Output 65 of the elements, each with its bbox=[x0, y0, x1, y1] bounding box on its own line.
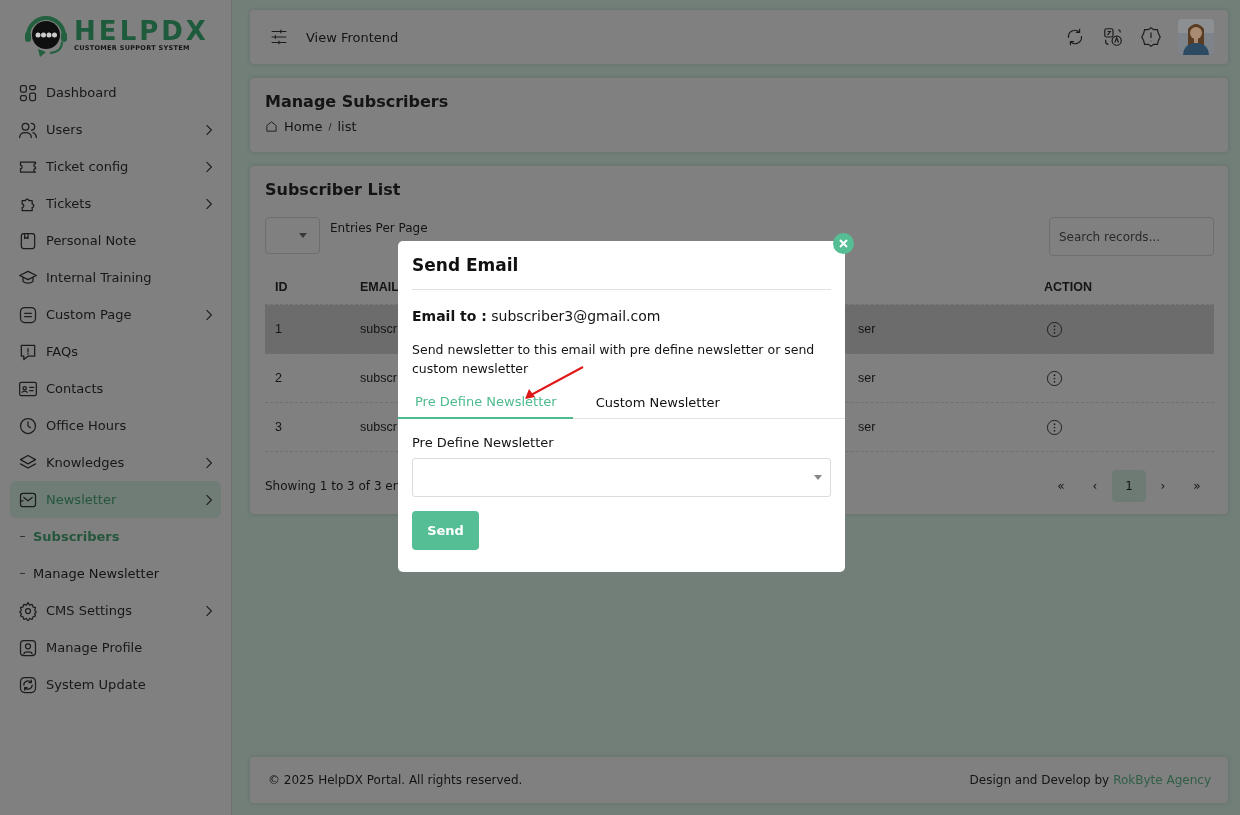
translate-icon[interactable] bbox=[1102, 26, 1124, 48]
document-icon bbox=[18, 304, 38, 325]
copyright-text: © 2025 HelpDX Portal. All rights reserved. bbox=[268, 773, 523, 787]
table-cell-text: ser bbox=[857, 322, 877, 336]
dialog-description: Send newsletter to this email with pre define newsletter or send custom newsletter bbox=[412, 341, 816, 378]
sidebar-item[interactable]: Knowledges bbox=[10, 444, 221, 481]
sidebar-item[interactable]: Users bbox=[10, 111, 221, 148]
page-link[interactable]: ‹ bbox=[1078, 470, 1112, 502]
table-cell-text: ser bbox=[857, 371, 877, 385]
clock-icon bbox=[18, 415, 38, 436]
sidebar-item[interactable]: Dashboard bbox=[10, 74, 221, 111]
table-cell-text: subscr bbox=[360, 420, 398, 434]
more-icon[interactable] bbox=[1046, 418, 1063, 436]
grid-icon bbox=[18, 82, 38, 103]
list-title: Subscriber List bbox=[265, 180, 402, 199]
page-title: Manage Subscribers bbox=[265, 92, 450, 111]
logo-title: HELPDX bbox=[74, 18, 209, 44]
sidebar-item[interactable]: Personal Note bbox=[10, 222, 221, 259]
refresh-icon bbox=[18, 674, 38, 695]
caret-icon bbox=[814, 475, 822, 480]
sidebar-subitem[interactable]: Manage Newsletter bbox=[10, 555, 221, 592]
search-field[interactable]: Search records... bbox=[1049, 217, 1214, 256]
sidebar-item[interactable]: Internal Training bbox=[10, 259, 221, 296]
column-header: EMAIL bbox=[360, 280, 400, 294]
sidebar-item[interactable]: CMS Settings bbox=[10, 592, 221, 629]
sidebar-item[interactable]: Manage Profile bbox=[10, 629, 221, 666]
sidebar-item[interactable]: Custom Page bbox=[10, 296, 221, 333]
table-cell-text: subscr bbox=[360, 371, 398, 385]
more-icon[interactable] bbox=[1046, 369, 1063, 387]
breadcrumb-separator: / bbox=[328, 121, 332, 132]
entries-label: Entries Per Page bbox=[330, 221, 428, 235]
page-link[interactable]: 1 bbox=[1112, 470, 1146, 502]
send-button[interactable]: Send bbox=[412, 511, 479, 550]
column-header: ACTION bbox=[1043, 280, 1093, 294]
table-cell-text: subscr bbox=[360, 322, 398, 336]
breadcrumb-item: list bbox=[337, 119, 357, 134]
table-cell-text: ser bbox=[857, 420, 877, 434]
view-frontend-link[interactable]: View Frontend bbox=[306, 29, 399, 45]
sidebar-item[interactable]: Ticket config bbox=[10, 148, 221, 185]
email-to-text: Email to : subscriber3@gmail.com bbox=[412, 308, 662, 324]
table-cell-text: 1 bbox=[274, 322, 283, 336]
caret-icon bbox=[299, 233, 307, 238]
table-cell-text: 2 bbox=[274, 371, 283, 385]
more-icon[interactable] bbox=[1046, 320, 1063, 338]
gear-icon bbox=[18, 600, 38, 621]
sidebar-item[interactable]: Contacts bbox=[10, 370, 221, 407]
home-icon bbox=[265, 120, 278, 133]
alert-icon[interactable] bbox=[1140, 26, 1162, 48]
dialog-title: Send Email bbox=[412, 255, 520, 275]
table-cell-text: 3 bbox=[274, 420, 283, 434]
column-header: ID bbox=[274, 280, 289, 294]
sidebar-item[interactable]: FAQs bbox=[10, 333, 221, 370]
sidebar-item[interactable]: System Update bbox=[10, 666, 221, 703]
page-link[interactable]: › bbox=[1146, 470, 1180, 502]
field-label: Pre Define Newsletter bbox=[412, 435, 555, 450]
credit-text: Design and Develop by bbox=[969, 773, 1110, 787]
sidebar-item[interactable]: Tickets bbox=[10, 185, 221, 222]
breadcrumb-item[interactable]: Home bbox=[284, 119, 323, 134]
profile-icon bbox=[18, 637, 38, 658]
page-link[interactable]: « bbox=[1044, 470, 1078, 502]
close-icon bbox=[839, 239, 848, 248]
sidebar-item[interactable]: Office Hours bbox=[10, 407, 221, 444]
dialog-tab[interactable]: Custom Newsletter bbox=[578, 388, 736, 418]
page-link[interactable]: » bbox=[1180, 470, 1214, 502]
note-icon bbox=[18, 230, 38, 251]
